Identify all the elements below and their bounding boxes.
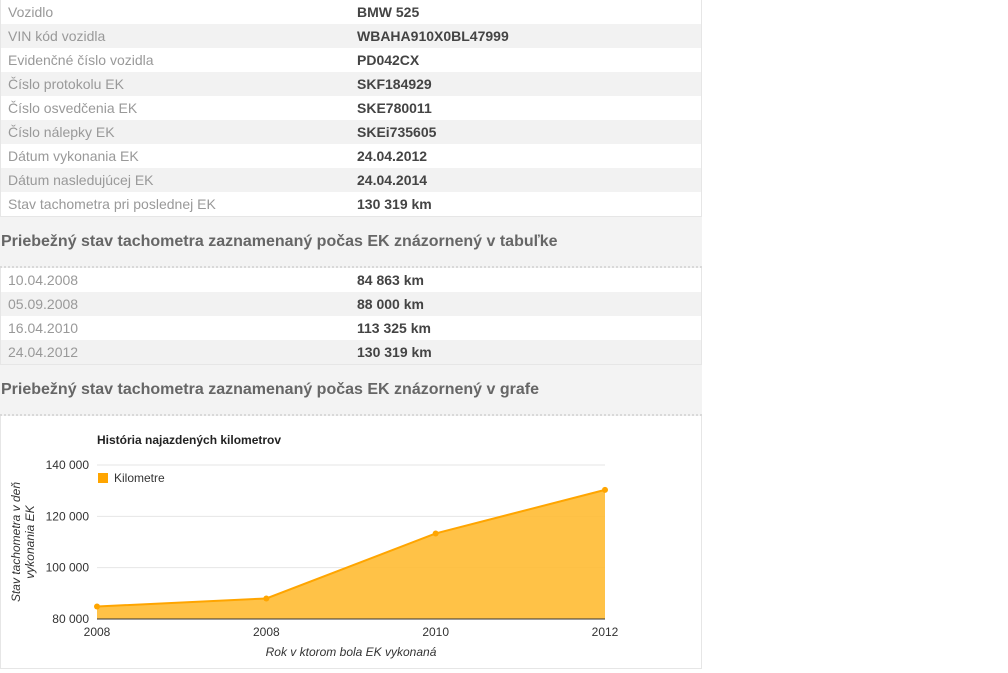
x-tick-label: 2010 — [422, 625, 449, 639]
row-value: 84 863 km — [357, 272, 424, 288]
table-row: Dátum vykonania EK 24.04.2012 — [1, 144, 701, 168]
odometer-table: 10.04.2008 84 863 km 05.09.2008 88 000 km 16… — [0, 268, 702, 365]
table-row: Dátum nasledujúcej EK 24.04.2014 — [1, 168, 701, 192]
row-label: Číslo protokolu EK — [8, 76, 124, 92]
row-label: Dátum vykonania EK — [8, 148, 139, 164]
data-point — [432, 530, 439, 537]
row-value: SKF184929 — [357, 76, 432, 92]
row-label: 05.09.2008 — [8, 296, 79, 312]
y-tick-label: 120 000 — [46, 509, 90, 523]
x-tick-label: 2008 — [253, 625, 280, 639]
row-label: 24.04.2012 — [8, 344, 79, 360]
row-label: Stav tachometra pri poslednej EK — [8, 196, 216, 212]
table-section-header: Priebežný stav tachometra zaznamenaný po… — [0, 217, 702, 268]
data-point — [94, 603, 100, 610]
table-row: 05.09.2008 88 000 km — [1, 292, 701, 316]
row-label: Dátum nasledujúcej EK — [8, 172, 154, 188]
row-label: Číslo nálepky EK — [8, 124, 115, 140]
table-row: 10.04.2008 84 863 km — [1, 268, 701, 292]
row-value: 130 319 km — [357, 196, 432, 212]
row-value: WBAHA910X0BL47999 — [357, 28, 509, 44]
chart-title: História najazdených kilometrov — [97, 433, 281, 447]
table-row: Číslo protokolu EK SKF184929 — [1, 72, 701, 96]
y-axis-label: vykonania EK — [23, 504, 37, 578]
table-row: Číslo nálepky EK SKEi735605 — [1, 120, 701, 144]
row-value: SKE780011 — [357, 100, 432, 116]
row-value: PD042CX — [357, 52, 420, 68]
vehicle-info-table: Vozidlo BMW 525 VIN kód vozidla WBAHA910X0B… — [0, 0, 702, 217]
table-row: Vozidlo BMW 525 — [1, 0, 701, 24]
row-label: Vozidlo — [8, 4, 54, 20]
row-value: SKEi735605 — [357, 124, 437, 140]
row-label: Evidenčné číslo vozidla — [8, 52, 154, 68]
data-point — [263, 595, 270, 602]
data-point — [602, 486, 608, 493]
page: Vozidlo BMW 525 VIN kód vozidla WBAHA910X0B… — [0, 0, 702, 669]
row-value: 130 319 km — [357, 344, 432, 360]
odometer-chart: 80 000 100 000 120 000 140 000 2008 2008 2010 2… — [9, 433, 619, 659]
row-value: BMW 525 — [357, 4, 420, 20]
row-label: Číslo osvedčenia EK — [8, 100, 138, 116]
row-value: 113 325 km — [357, 320, 431, 336]
table-row: 24.04.2012 130 319 km — [1, 340, 701, 364]
x-tick-label: 2012 — [592, 625, 619, 639]
y-tick-label: 80 000 — [52, 612, 89, 626]
legend-label: Kilometre — [114, 471, 165, 485]
table-row: Evidenčné číslo vozidla PD042CX — [1, 48, 701, 72]
row-label: 10.04.2008 — [8, 272, 79, 288]
table-row: VIN kód vozidla WBAHA910X0BL47999 — [1, 24, 701, 48]
legend-swatch — [98, 473, 108, 483]
x-tick-label: 2008 — [84, 625, 111, 639]
row-label: VIN kód vozidla — [8, 28, 106, 44]
table-row: 16.04.2010 113 325 km — [1, 316, 701, 340]
row-label: 16.04.2010 — [8, 320, 79, 336]
x-axis-label: Rok v ktorom bola EK vykonaná — [266, 645, 437, 659]
y-tick-label: 100 000 — [46, 561, 90, 575]
row-value: 88 000 km — [357, 296, 424, 312]
table-row: Číslo osvedčenia EK SKE780011 — [1, 96, 701, 120]
table-row: Stav tachometra pri poslednej EK 130 319 … — [1, 192, 701, 216]
chart-panel: 80 000 100 000 120 000 140 000 2008 2008 2010 2… — [0, 416, 702, 669]
row-value: 24.04.2014 — [357, 172, 428, 188]
row-value: 24.04.2012 — [357, 148, 428, 164]
y-tick-label: 140 000 — [46, 458, 90, 472]
y-axis-label: Stav tachometra v deň — [9, 482, 23, 602]
chart-section-header: Priebežný stav tachometra zaznamenaný po… — [0, 365, 702, 416]
